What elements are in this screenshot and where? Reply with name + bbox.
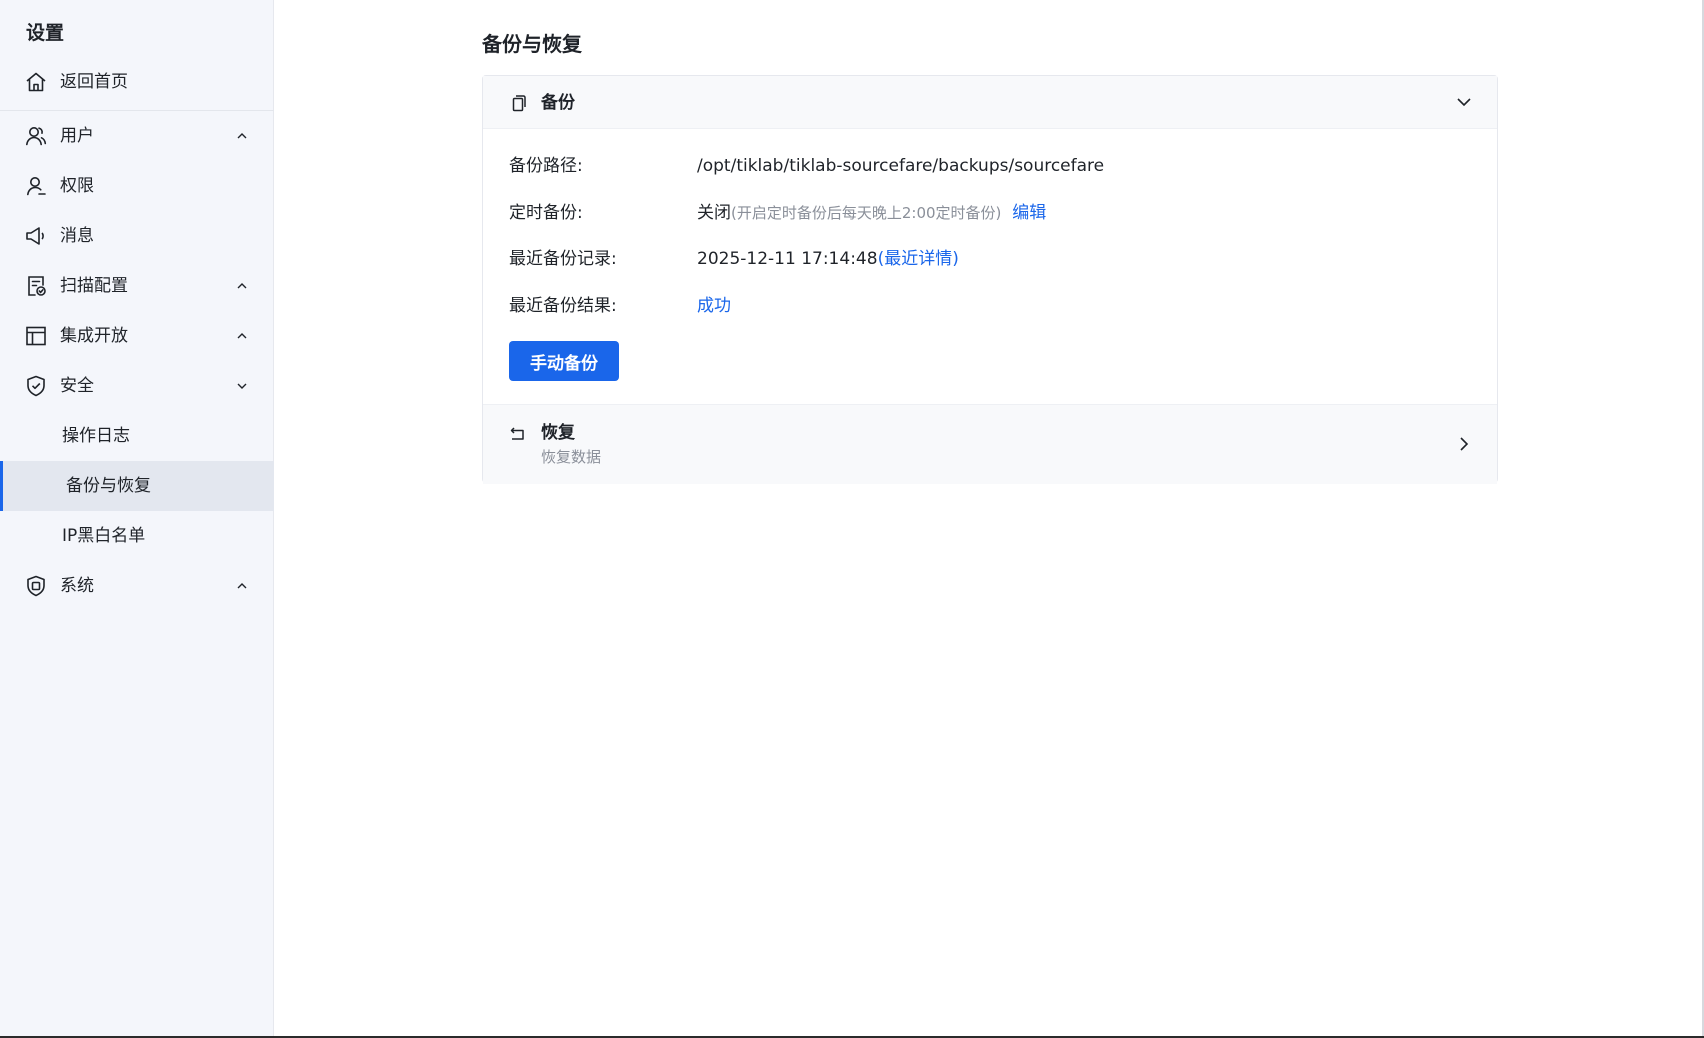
- last-backup-record-value: 2025-12-11 17:14:48(最近详情): [697, 248, 959, 270]
- megaphone-icon: [24, 224, 48, 248]
- schedule-backup-value: 关闭(开启定时备份后每天晚上2:00定时备份) 编辑: [697, 202, 1046, 224]
- layout-icon: [24, 324, 48, 348]
- sidebar-item-label: 安全: [60, 376, 94, 396]
- shield-check-icon: [24, 374, 48, 398]
- edit-schedule-link[interactable]: 编辑: [1012, 203, 1046, 223]
- restore-subtitle: 恢复数据: [541, 448, 602, 466]
- chevron-down-icon[interactable]: [1455, 93, 1473, 111]
- last-backup-result-value: 成功: [697, 296, 731, 316]
- backup-path-label: 备份路径:: [509, 156, 583, 176]
- sidebar-item-label: 集成开放: [60, 326, 128, 346]
- last-backup-time: 2025-12-11 17:14:48: [697, 249, 878, 269]
- settings-app: 设置 返回首页 用户 权限 消息 扫描配置 集成开放 安全 操作日志 备份与恢复…: [0, 0, 1704, 1038]
- chevron-up-icon: [234, 278, 250, 294]
- sidebar-item-label: 用户: [60, 126, 94, 146]
- manual-backup-button[interactable]: 手动备份: [509, 341, 619, 381]
- sidebar-item-label: 备份与恢复: [66, 476, 151, 496]
- sidebar-item-label: 扫描配置: [60, 276, 128, 296]
- sidebar-title: 设置: [26, 22, 65, 44]
- backup-panel-header[interactable]: 备份: [483, 76, 1497, 129]
- copy-icon: [509, 94, 527, 112]
- backup-path-value: /opt/tiklab/tiklab-sourcefare/backups/so…: [697, 156, 1105, 176]
- system-shield-icon: [24, 574, 48, 598]
- sidebar-item-label: 系统: [60, 576, 94, 596]
- user-icon: [24, 174, 48, 198]
- sidebar-item-operation-log[interactable]: 操作日志: [0, 411, 274, 461]
- undo-icon: [509, 425, 527, 443]
- last-backup-record-label: 最近备份记录:: [509, 249, 617, 269]
- sidebar-item-security[interactable]: 安全: [0, 361, 274, 411]
- sidebar-item-home[interactable]: 返回首页: [0, 57, 274, 107]
- sidebar-item-permissions[interactable]: 权限: [0, 161, 274, 211]
- sidebar-item-label: 返回首页: [60, 72, 128, 92]
- sidebar-item-label: 消息: [60, 226, 94, 246]
- chevron-right-icon: [1455, 435, 1473, 453]
- backup-card: 备份 备份路径: /opt/tiklab/tiklab-sourcefare/b…: [482, 75, 1498, 484]
- restore-panel[interactable]: 恢复 恢复数据: [483, 404, 1497, 484]
- schedule-backup-label: 定时备份:: [509, 203, 583, 223]
- recent-details-link[interactable]: (最近详情): [878, 249, 959, 269]
- restore-title: 恢复: [541, 423, 575, 443]
- sidebar-item-label: 操作日志: [62, 426, 130, 446]
- sidebar-item-system[interactable]: 系统: [0, 561, 274, 611]
- sidebar-item-label: IP黑白名单: [62, 526, 146, 546]
- sidebar-item-ip-blacklist[interactable]: IP黑白名单: [0, 511, 274, 561]
- schedule-hint: (开启定时备份后每天晚上2:00定时备份): [731, 204, 1002, 222]
- chevron-down-icon: [234, 378, 250, 394]
- chevron-up-icon: [234, 578, 250, 594]
- last-backup-result-label: 最近备份结果:: [509, 296, 617, 316]
- page-title: 备份与恢复: [482, 32, 582, 56]
- sidebar-item-label: 权限: [60, 176, 94, 196]
- backup-panel-title: 备份: [541, 93, 575, 113]
- sidebar-item-messages[interactable]: 消息: [0, 211, 274, 261]
- home-icon: [24, 70, 48, 94]
- schedule-status: 关闭: [697, 203, 731, 223]
- user-group-icon: [24, 124, 48, 148]
- sidebar-item-users[interactable]: 用户: [0, 111, 274, 161]
- sidebar-item-integration[interactable]: 集成开放: [0, 311, 274, 361]
- sidebar-item-scan-config[interactable]: 扫描配置: [0, 261, 274, 311]
- chevron-up-icon: [234, 328, 250, 344]
- chevron-up-icon: [234, 128, 250, 144]
- sidebar: 设置 返回首页 用户 权限 消息 扫描配置 集成开放 安全 操作日志 备份与恢复…: [0, 0, 274, 1038]
- sidebar-item-backup-restore[interactable]: 备份与恢复: [0, 461, 274, 511]
- scan-config-icon: [24, 274, 48, 298]
